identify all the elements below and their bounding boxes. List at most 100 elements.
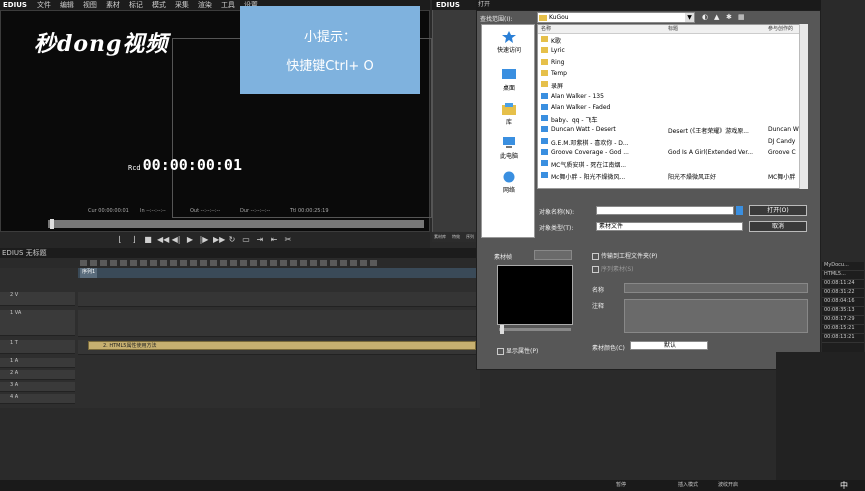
timeline-ruler[interactable]: 序列1 — [78, 268, 480, 278]
ime-indicator[interactable]: 中 — [840, 480, 848, 491]
track-header-2a[interactable]: 2 A — [0, 370, 75, 380]
tool-icon[interactable] — [200, 260, 207, 266]
track-header-1a[interactable]: 1 A — [0, 358, 75, 368]
track-2v[interactable] — [78, 292, 480, 307]
tool-icon[interactable] — [350, 260, 357, 266]
clip-color-select[interactable]: 默认 — [630, 341, 708, 350]
cancel-button[interactable]: 取消 — [749, 221, 807, 232]
tool-icon[interactable] — [140, 260, 147, 266]
loop-icon[interactable]: ↻ — [227, 235, 237, 245]
place-quick-access[interactable]: 快速访问 — [482, 31, 536, 54]
thumbnail-slider-handle[interactable] — [500, 325, 504, 334]
set-in-icon[interactable]: ⌊ — [115, 235, 125, 245]
monitor-icon[interactable]: ▭ — [241, 235, 251, 245]
file-row[interactable]: baby、qq - 飞车 — [538, 114, 800, 124]
play-icon[interactable]: ▶ — [185, 235, 195, 245]
step-back-icon[interactable]: ◀| — [171, 235, 181, 245]
menu-marker[interactable]: 标记 — [129, 0, 143, 10]
stop-icon[interactable]: ■ — [143, 235, 153, 245]
insert-icon[interactable]: ⇥ — [255, 235, 265, 245]
menu-capture[interactable]: 采集 — [175, 0, 189, 10]
track-1va[interactable] — [78, 310, 480, 337]
new-folder-icon[interactable]: ✱ — [726, 13, 732, 21]
overwrite-icon[interactable]: ⇤ — [269, 235, 279, 245]
tool-icon[interactable] — [300, 260, 307, 266]
track-header-1va[interactable]: 1 VA — [0, 310, 75, 336]
track-header-4a[interactable]: 4 A — [0, 394, 75, 404]
file-row[interactable]: 录屏 — [538, 80, 800, 90]
tool-icon[interactable] — [80, 260, 87, 266]
file-list-scrollbar[interactable] — [799, 24, 808, 189]
split-icon[interactable]: ✂ — [283, 235, 293, 245]
tool-icon[interactable] — [250, 260, 257, 266]
view-menu-icon[interactable]: ▦ — [738, 13, 745, 21]
tool-icon[interactable] — [290, 260, 297, 266]
track-header-3a[interactable]: 3 A — [0, 382, 75, 392]
tab-effects[interactable]: 特效 — [452, 234, 460, 240]
add-to-seq-checkbox[interactable]: 序列素材(S) — [592, 264, 634, 273]
tool-icon[interactable] — [270, 260, 277, 266]
tool-icon[interactable] — [120, 260, 127, 266]
tool-icon[interactable] — [370, 260, 377, 266]
column-artist[interactable]: 参与创作的 — [768, 25, 793, 32]
filename-input[interactable] — [596, 206, 734, 215]
track-header-2v[interactable]: 2 V — [0, 292, 75, 306]
column-name[interactable]: 名称 — [541, 25, 551, 32]
menu-edit[interactable]: 编辑 — [60, 0, 74, 10]
tool-icon[interactable] — [90, 260, 97, 266]
place-network[interactable]: 网络 — [482, 171, 536, 194]
filename-dropdown[interactable] — [736, 206, 743, 215]
file-row[interactable]: Duncan Watt - Desert Desert (《王者荣耀》游戏原...… — [538, 125, 800, 135]
tab-bin[interactable]: 素材库 — [434, 234, 446, 240]
tool-icon[interactable] — [160, 260, 167, 266]
seek-handle[interactable] — [50, 219, 54, 229]
file-row[interactable]: G.E.M.邓紫棋 - 喜欢你 - D... DJ Candy — [538, 137, 800, 147]
menu-render[interactable]: 渲染 — [198, 0, 212, 10]
side-item[interactable]: MyDocu... — [822, 262, 864, 271]
copy-to-project-checkbox[interactable]: 传输到工程文件夹(P) — [592, 251, 657, 260]
comment-field[interactable] — [624, 299, 808, 333]
tab-sequence[interactable]: 序列 — [466, 234, 474, 240]
set-out-icon[interactable]: ⌋ — [129, 235, 139, 245]
file-row[interactable]: Groove Coverage - God ... God Is A Girl(E… — [538, 148, 800, 158]
open-button[interactable]: 打开(O) — [749, 205, 807, 216]
file-row[interactable]: Mc舞小胖 - 阳光不燥微风... 阳光不燥微风正好 MC舞小胖 — [538, 171, 800, 181]
tool-icon[interactable] — [340, 260, 347, 266]
chevron-down-icon[interactable]: ▼ — [685, 13, 694, 22]
lookin-combo[interactable]: KuGou ▼ — [537, 12, 695, 23]
tool-icon[interactable] — [320, 260, 327, 266]
file-row[interactable]: Alan Walker - 135 — [538, 92, 800, 102]
side-item[interactable]: HTML5... — [822, 271, 864, 280]
track-header-1t[interactable]: 1 T — [0, 340, 75, 354]
tool-icon[interactable] — [280, 260, 287, 266]
filetype-select[interactable]: 素材文件 — [596, 222, 743, 231]
thumbnail-slider[interactable] — [499, 328, 571, 331]
menu-view[interactable]: 视图 — [83, 0, 97, 10]
tool-icon[interactable] — [310, 260, 317, 266]
tool-icon[interactable] — [150, 260, 157, 266]
up-folder-icon[interactable]: ▲ — [714, 13, 719, 21]
menu-mode[interactable]: 模式 — [152, 0, 166, 10]
place-this-pc[interactable]: 此电脑 — [482, 137, 536, 160]
tool-icon[interactable] — [230, 260, 237, 266]
show-props-checkbox[interactable]: 显示属性(P) — [497, 346, 538, 355]
tool-icon[interactable] — [330, 260, 337, 266]
fast-forward-icon[interactable]: ▶▶ — [213, 235, 225, 245]
step-forward-icon[interactable]: |▶ — [199, 235, 209, 245]
place-desktop[interactable]: 桌面 — [482, 69, 536, 92]
timeline-clip[interactable]: 2. HTML5属性使用方法 — [88, 341, 476, 350]
file-row[interactable]: Temp — [538, 69, 800, 79]
tool-icon[interactable] — [260, 260, 267, 266]
file-row[interactable]: Alan Walker - Faded — [538, 103, 800, 113]
place-library[interactable]: 库 — [482, 103, 536, 126]
tool-icon[interactable] — [170, 260, 177, 266]
tool-icon[interactable] — [110, 260, 117, 266]
rewind-icon[interactable]: ◀◀ — [157, 235, 169, 245]
tool-icon[interactable] — [100, 260, 107, 266]
name-field[interactable] — [624, 283, 808, 293]
tool-icon[interactable] — [130, 260, 137, 266]
file-row[interactable]: MC气质安琪 - 死在江南烟... — [538, 159, 800, 169]
tool-icon[interactable] — [210, 260, 217, 266]
file-row[interactable]: Lyric — [538, 46, 800, 56]
sequence-tab[interactable]: 序列1 — [80, 268, 98, 278]
